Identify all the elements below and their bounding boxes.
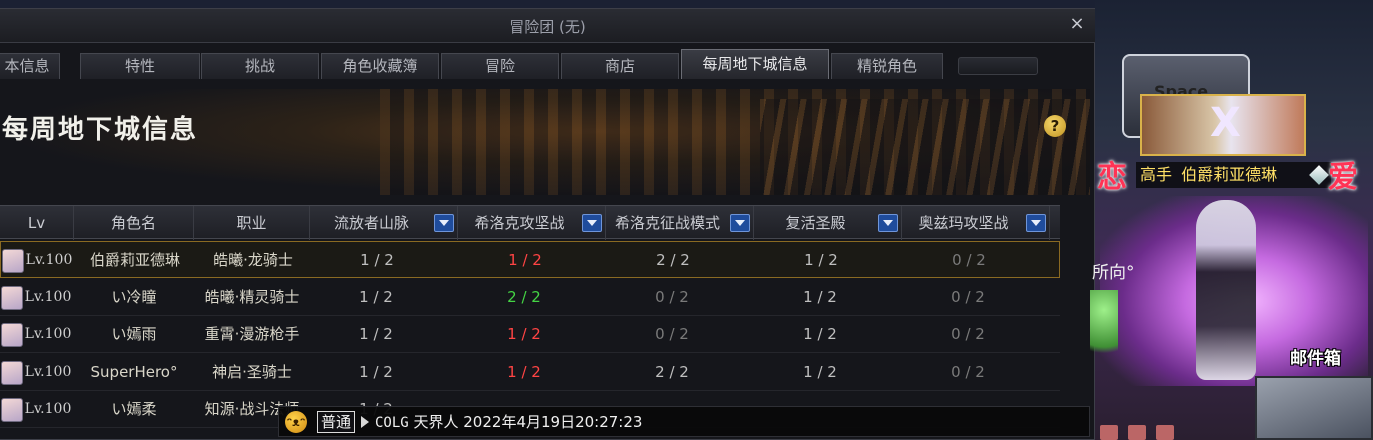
banner: 每周地下城信息	[0, 89, 1090, 195]
dungeon-clear-count: 1 / 2	[804, 251, 838, 269]
character-class: 神启·圣骑士	[212, 362, 292, 381]
love-right-glyph: 爱	[1328, 160, 1358, 195]
weekly-dungeon-table: Lv 角色名 职业 流放者山脉 希洛克攻坚战 希洛克征战模式 复活圣殿 奥兹玛攻…	[0, 205, 1060, 440]
column-header-class[interactable]: 职业	[194, 206, 310, 240]
top-strip	[0, 0, 1100, 8]
overlay-text: 所向°	[1092, 263, 1135, 283]
tab-adventure[interactable]: 冒险	[441, 53, 559, 79]
tab-elite-characters[interactable]: 精锐角色	[831, 53, 943, 79]
player-nameplate: 高手 伯爵莉亚德琳	[1136, 162, 1331, 188]
tab-basic-info[interactable]: 本信息	[0, 53, 60, 79]
character-class: 重霄·漫游枪手	[204, 325, 300, 343]
table-row[interactable]: Lv.100 い冷瞳 皓曦·精灵骑士 1 / 2 2 / 2 0 / 2 1 / 2 0 / …	[0, 279, 1060, 316]
dungeon-clear-count: 2 / 2	[656, 251, 690, 269]
dungeon-clear-count: 2 / 2	[507, 287, 541, 306]
adventure-team-window: 冒险团 (无) × 本信息 特性 挑战 角色收藏簿 冒险 商店 每周地下城信息 …	[0, 8, 1095, 440]
bottom-status-icons	[1100, 425, 1260, 440]
table-row[interactable]: Lv.100 い嫣雨 重霄·漫游枪手 1 / 2 1 / 2 0 / 2 1 / 2 0 / …	[0, 316, 1060, 353]
dungeon-clear-count: 0 / 2	[655, 287, 689, 306]
character-name: い冷瞳	[111, 287, 157, 306]
chat-arrow-icon	[361, 416, 369, 428]
dropdown-icon[interactable]	[878, 214, 898, 232]
banner-art-detail	[760, 99, 1090, 195]
dungeon-clear-count: 1 / 2	[359, 287, 393, 306]
dungeon-clear-count: 1 / 2	[803, 362, 837, 381]
tab-shop[interactable]: 商店	[561, 53, 679, 79]
status-icon[interactable]	[1156, 425, 1174, 440]
character-avatar-icon	[2, 249, 24, 273]
character-level: Lv.100	[24, 363, 72, 380]
dungeon-clear-count: 2 / 2	[655, 362, 689, 381]
dungeon-clear-count: 0 / 2	[951, 325, 985, 343]
column-header-character-name[interactable]: 角色名	[74, 206, 194, 240]
dungeon-clear-count: 1 / 2	[359, 362, 393, 381]
character-level: Lv.100	[24, 326, 72, 342]
player-character[interactable]	[1196, 200, 1256, 380]
help-icon[interactable]: ?	[1044, 115, 1066, 137]
character-level: Lv.100	[24, 288, 72, 305]
player-rank: 高手	[1140, 165, 1173, 184]
window-title: 冒险团 (无)	[509, 18, 586, 36]
status-icon[interactable]	[1128, 425, 1146, 440]
dungeon-clear-count: 0 / 2	[952, 251, 986, 269]
dungeon-clear-count: 1 / 2	[803, 287, 837, 306]
character-avatar-icon	[1, 398, 23, 422]
chat-user[interactable]: COLG	[375, 415, 409, 431]
table-row[interactable]: Lv.100 伯爵莉亚德琳 皓曦·龙骑士 1 / 2 1 / 2 2 / 2 1 / 2 0 …	[0, 241, 1060, 278]
love-left-glyph: 恋	[1097, 160, 1127, 195]
dungeon-clear-count: 1 / 2	[359, 325, 393, 343]
column-header-lv[interactable]: Lv	[0, 206, 74, 240]
dropdown-icon[interactable]	[582, 214, 602, 232]
dungeon-clear-count: 0 / 2	[951, 287, 985, 306]
mailbox-label[interactable]: 邮件箱	[1290, 344, 1341, 369]
table-header: Lv 角色名 职业 流放者山脉 希洛克攻坚战 希洛克征战模式 复活圣殿 奥兹玛攻…	[0, 205, 1060, 240]
couple-portraits: X	[1140, 94, 1306, 156]
player-name: 伯爵莉亚德琳	[1181, 165, 1278, 184]
dungeon-clear-count: 1 / 2	[360, 251, 394, 269]
tab-challenge[interactable]: 挑战	[201, 53, 319, 79]
chat-emote-icon[interactable]: ᵔᴥᵔ	[285, 411, 307, 433]
dropdown-icon[interactable]	[434, 214, 454, 232]
character-name: い嫣柔	[111, 400, 157, 418]
tab-weekly-dungeon-info[interactable]: 每周地下城信息	[681, 49, 829, 79]
character-level: Lv.100	[25, 252, 73, 268]
dungeon-clear-count: 0 / 2	[655, 325, 689, 343]
character-class: 皓曦·精灵骑士	[204, 287, 300, 306]
portrait-x-mark: X	[1210, 100, 1241, 146]
dungeon-clear-count: 1 / 2	[508, 251, 542, 269]
tab-bar-ornament	[958, 57, 1038, 75]
chat-message-text: 天界人 2022年4月19日20:27:23	[413, 413, 643, 431]
npc-character[interactable]	[1090, 290, 1118, 370]
page-title: 每周地下城信息	[2, 115, 199, 145]
dropdown-icon[interactable]	[730, 214, 750, 232]
dungeon-clear-count: 0 / 2	[951, 362, 985, 381]
character-name: SuperHero°	[90, 362, 178, 381]
table-row[interactable]: Lv.100 SuperHero° 神启·圣骑士 1 / 2 1 / 2 2 / 2 1 /…	[0, 354, 1060, 391]
chat-channel-label[interactable]: 普通	[317, 411, 356, 433]
dropdown-icon[interactable]	[1026, 214, 1046, 232]
character-class: 皓曦·龙骑士	[213, 251, 293, 269]
character-name: い嫣雨	[111, 325, 157, 343]
tab-bar: 本信息 特性 挑战 角色收藏簿 冒险 商店 每周地下城信息 精锐角色	[0, 49, 1095, 81]
dungeon-clear-count: 1 / 2	[507, 325, 541, 343]
tab-character-collection[interactable]: 角色收藏簿	[321, 53, 439, 79]
character-level: Lv.100	[24, 401, 72, 417]
chat-line: ᵔᴥᵔ 普通 COLG 天界人 2022年4月19日20:27:23	[278, 406, 1090, 437]
close-button[interactable]: ×	[1067, 14, 1087, 34]
mailbox-object[interactable]	[1255, 376, 1373, 440]
title-bar[interactable]: 冒险团 (无) ×	[0, 9, 1095, 43]
character-name: 伯爵莉亚德琳	[89, 251, 180, 269]
chat-message: COLG 天界人 2022年4月19日20:27:23	[375, 407, 642, 438]
dungeon-clear-count: 1 / 2	[507, 362, 541, 381]
tab-traits[interactable]: 特性	[80, 53, 200, 79]
character-avatar-icon	[1, 285, 23, 310]
character-avatar-icon	[1, 323, 23, 347]
dungeon-clear-count: 1 / 2	[803, 325, 837, 343]
character-avatar-icon	[1, 360, 23, 385]
status-icon[interactable]	[1100, 425, 1118, 440]
